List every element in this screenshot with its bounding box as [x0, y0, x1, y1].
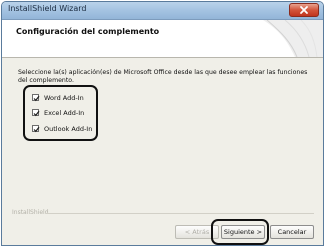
- close-icon: [300, 6, 308, 14]
- window-title: InstallShield Wizard: [8, 4, 87, 13]
- options-highlight-outline: [23, 85, 98, 141]
- page-title: Configuración del complemento: [16, 27, 160, 36]
- instruction-text: Seleccione la(s) aplicación(es) de Micro…: [18, 69, 308, 84]
- close-button[interactable]: [289, 3, 319, 17]
- installer-graphic-icon: [263, 20, 323, 57]
- installshield-wizard-window: InstallShield Wizard Configuración del c…: [1, 1, 324, 246]
- installshield-brand-label: InstallShield: [12, 209, 49, 216]
- next-button-highlight-outline: [211, 219, 269, 245]
- footer-divider: [46, 213, 314, 214]
- title-bar[interactable]: InstallShield Wizard: [2, 2, 323, 20]
- wizard-header: Configuración del complemento: [2, 20, 323, 58]
- cancel-button[interactable]: Cancelar: [270, 225, 314, 239]
